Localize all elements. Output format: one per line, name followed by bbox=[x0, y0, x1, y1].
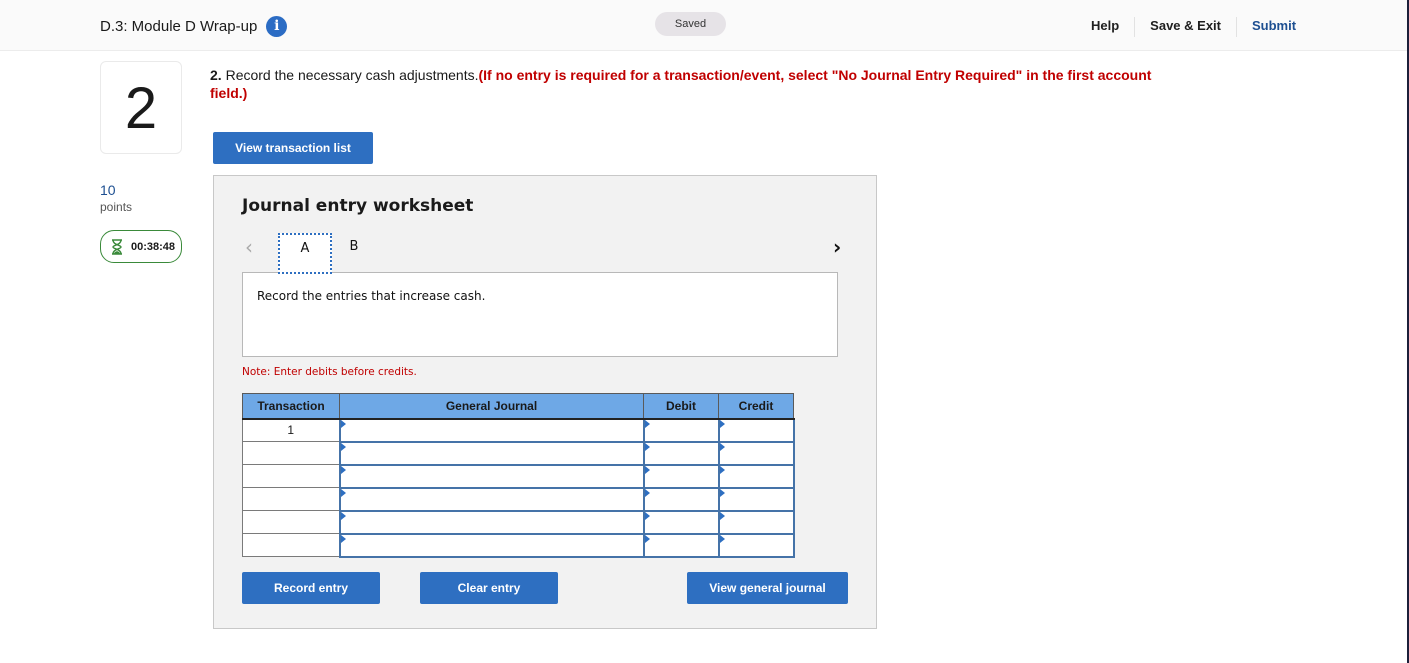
assignment-title: D.3: Module D Wrap-up i bbox=[100, 16, 288, 37]
save-exit-link[interactable]: Save & Exit bbox=[1134, 17, 1236, 37]
question-prompt: 2. Record the necessary cash adjustments… bbox=[210, 66, 1170, 102]
credit-input[interactable] bbox=[717, 532, 795, 558]
tab-b[interactable]: B bbox=[327, 233, 381, 273]
table-row: 1 bbox=[242, 417, 795, 443]
journal-entry-worksheet: Journal entry worksheet ‹ A B › Record t… bbox=[213, 175, 877, 629]
tab-a[interactable]: A bbox=[278, 233, 332, 274]
credit-input[interactable] bbox=[717, 417, 795, 443]
credit-input[interactable] bbox=[717, 463, 795, 489]
credit-input[interactable] bbox=[717, 486, 795, 512]
column-header-debit: Debit bbox=[643, 393, 719, 420]
question-text: Record the necessary cash adjustments. bbox=[221, 67, 479, 83]
points-label: points bbox=[100, 200, 133, 214]
debit-input[interactable] bbox=[642, 440, 720, 466]
transaction-cell bbox=[242, 533, 340, 557]
table-row bbox=[242, 440, 795, 466]
chevron-right-icon[interactable]: › bbox=[833, 235, 841, 259]
transaction-cell bbox=[242, 487, 340, 511]
transaction-cell: 1 bbox=[242, 418, 340, 442]
top-header: D.3: Module D Wrap-up i Saved Help Save … bbox=[0, 0, 1407, 51]
timer[interactable]: 00:38:48 bbox=[100, 230, 182, 263]
credit-input[interactable] bbox=[717, 440, 795, 466]
question-number: 2 bbox=[100, 61, 182, 154]
chevron-left-icon[interactable]: ‹ bbox=[245, 235, 253, 259]
debit-credit-note: Note: Enter debits before credits. bbox=[242, 366, 417, 378]
table-row bbox=[242, 486, 795, 512]
column-header-general-journal: General Journal bbox=[339, 393, 644, 420]
worksheet-title: Journal entry worksheet bbox=[242, 196, 474, 216]
header-links: Help Save & Exit Submit bbox=[1076, 17, 1311, 37]
debit-input[interactable] bbox=[642, 417, 720, 443]
table-header-row: Transaction General Journal Debit Credit bbox=[242, 393, 794, 420]
question-number-label: 2. bbox=[210, 67, 222, 83]
saved-status-badge: Saved bbox=[655, 12, 726, 36]
submit-link[interactable]: Submit bbox=[1236, 17, 1311, 37]
record-entry-button[interactable]: Record entry bbox=[242, 572, 380, 604]
hourglass-icon bbox=[112, 238, 122, 255]
column-header-transaction: Transaction bbox=[242, 393, 340, 420]
transaction-cell bbox=[242, 441, 340, 465]
help-link[interactable]: Help bbox=[1076, 17, 1134, 37]
journal-table: Transaction General Journal Debit Credit… bbox=[242, 393, 795, 558]
transaction-cell bbox=[242, 464, 340, 488]
view-general-journal-button[interactable]: View general journal bbox=[687, 572, 848, 604]
debit-input[interactable] bbox=[642, 486, 720, 512]
entry-description: Record the entries that increase cash. bbox=[242, 272, 838, 357]
debit-input[interactable] bbox=[642, 463, 720, 489]
account-select[interactable] bbox=[338, 463, 645, 489]
debit-input[interactable] bbox=[642, 532, 720, 558]
clear-entry-button[interactable]: Clear entry bbox=[420, 572, 558, 604]
view-transaction-list-button[interactable]: View transaction list bbox=[213, 132, 373, 164]
assignment-title-text: D.3: Module D Wrap-up bbox=[100, 18, 258, 35]
account-select[interactable] bbox=[338, 417, 645, 443]
account-select[interactable] bbox=[338, 440, 645, 466]
transaction-cell bbox=[242, 510, 340, 534]
info-icon[interactable]: i bbox=[266, 16, 288, 37]
debit-input[interactable] bbox=[642, 509, 720, 535]
account-select[interactable] bbox=[338, 509, 645, 535]
table-row bbox=[242, 532, 795, 558]
column-header-credit: Credit bbox=[718, 393, 794, 420]
account-select[interactable] bbox=[338, 532, 645, 558]
table-row bbox=[242, 509, 795, 535]
account-select[interactable] bbox=[338, 486, 645, 512]
table-row bbox=[242, 463, 795, 489]
credit-input[interactable] bbox=[717, 509, 795, 535]
points-value: 10 bbox=[100, 182, 116, 198]
timer-value: 00:38:48 bbox=[131, 240, 176, 253]
